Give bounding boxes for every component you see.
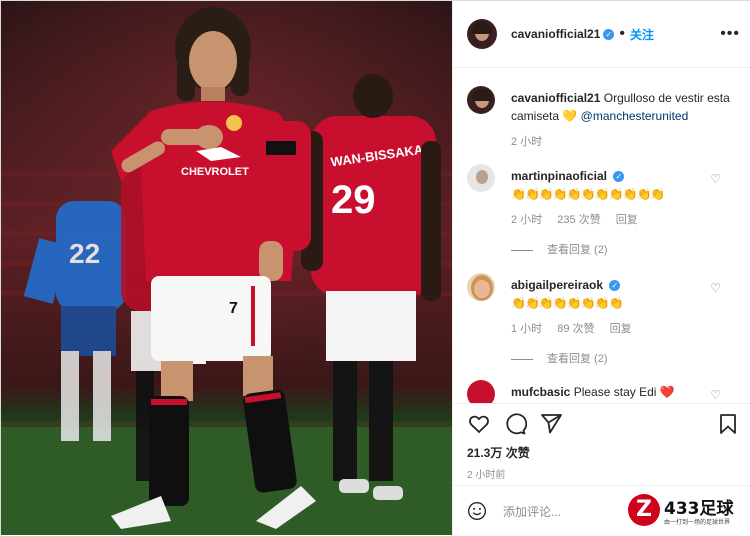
comment-likes[interactable]: 89 次赞 [557,323,594,335]
like-comment-heart-icon[interactable]: ♡ [710,281,721,295]
svg-text:CHEVROLET: CHEVROLET [181,166,249,178]
comment-item: martinpinaoficial ✓ 👏👏👏👏👏👏👏👏👏👏👏 2 小时 235… [467,164,737,264]
comment-item: mufcbasic Please stay Edi ❤️ ♡ [467,380,737,403]
replies-divider [511,249,533,251]
comment-meta: 2 小时 235 次赞 回复 [511,211,701,229]
emoji-smiley-icon[interactable] [467,501,487,521]
view-replies-label[interactable]: 查看回复 (2) [547,350,608,368]
share-send-icon[interactable] [539,412,563,436]
match-photo-illustration: 22 18 WAN-BISSAKA 29 [1,1,452,535]
view-replies-link[interactable]: 查看回复 (2) [511,241,701,259]
svg-text:22: 22 [69,238,100,269]
post-header: cavaniofficial21 ✓ • 关注 ••• [453,1,750,68]
comment-avatar[interactable] [467,164,495,192]
author-username[interactable]: cavaniofficial21 [511,27,600,41]
svg-text:7: 7 [229,300,238,317]
comment-text: 👏👏👏👏👏👏👏👏👏👏👏 [511,187,665,201]
caption-time[interactable]: 2 小时 [511,136,542,148]
reply-button[interactable]: 回复 [610,323,632,335]
watermark-badge: Z [628,494,660,526]
verified-badge-icon: ✓ [613,171,625,183]
verified-badge-icon: ✓ [609,280,621,292]
comment-avatar[interactable] [467,273,495,301]
comment-bubble-icon[interactable] [503,412,527,436]
comment-username[interactable]: martinpinaoficial [511,169,607,183]
reply-button[interactable]: 回复 [616,214,638,226]
instagram-post: 22 18 WAN-BISSAKA 29 [0,0,750,535]
view-replies-label[interactable]: 查看回复 (2) [547,241,608,259]
comment-text: 👏👏👏👏👏👏👏👏 [511,296,624,310]
post-timestamp[interactable]: 2 小时前 [467,466,505,481]
caption-emoji: 💛 [562,109,578,123]
comment-username[interactable]: mufcbasic [511,385,570,399]
comment-input[interactable]: 添加评论... [503,503,561,520]
post-photo[interactable]: 22 18 WAN-BISSAKA 29 [1,1,452,535]
separator-dot: • [619,25,625,42]
watermark-logo: Z 433足球 由一打到一场的足球世界 [628,492,743,530]
likes-count[interactable]: 21.3万 次赞 [467,444,530,461]
post-side-panel: cavaniofficial21 ✓ • 关注 ••• cavanioffici… [452,1,750,535]
like-comment-heart-icon[interactable]: ♡ [710,172,721,186]
action-icons [467,412,742,440]
author-avatar[interactable] [467,19,497,49]
svg-text:29: 29 [331,178,376,222]
comment-time[interactable]: 1 小时 [511,323,542,335]
more-options-icon[interactable]: ••• [720,25,740,43]
watermark-slogan: 由一打到一场的足球世界 [664,520,731,526]
follow-button[interactable]: 关注 [630,26,654,43]
caption: cavaniofficial21 Orgulloso de vestir est… [467,86,737,156]
like-comment-heart-icon[interactable]: ♡ [710,388,721,402]
caption-meta: 2 小时 [511,133,750,151]
caption-username[interactable]: cavaniofficial21 [511,91,600,105]
comment-emoji: ❤️ [659,385,675,399]
like-heart-icon[interactable] [467,412,491,436]
post-actions: 21.3万 次赞 2 小时前 [453,403,750,494]
comment-meta: 1 小时 89 次赞 回复 [511,320,701,338]
watermark-brand: 433足球 [664,499,734,519]
save-bookmark-icon[interactable] [716,412,740,436]
caption-avatar[interactable] [467,86,495,114]
comment-avatar[interactable] [467,380,495,403]
view-replies-link[interactable]: 查看回复 (2) [511,350,701,368]
replies-divider [511,358,533,360]
comment-item: abigailpereiraok ✓ 👏👏👏👏👏👏👏👏 1 小时 89 次赞 回… [467,273,737,373]
comments-list[interactable]: cavaniofficial21 Orgulloso de vestir est… [453,68,750,403]
caption-mention[interactable]: @manchesterunited [581,109,689,123]
comment-likes[interactable]: 235 次赞 [557,214,600,226]
comment-time[interactable]: 2 小时 [511,214,542,226]
verified-badge-icon: ✓ [603,28,615,40]
comment-username[interactable]: abigailpereiraok [511,278,603,292]
comment-text: Please stay Edi [573,385,657,399]
